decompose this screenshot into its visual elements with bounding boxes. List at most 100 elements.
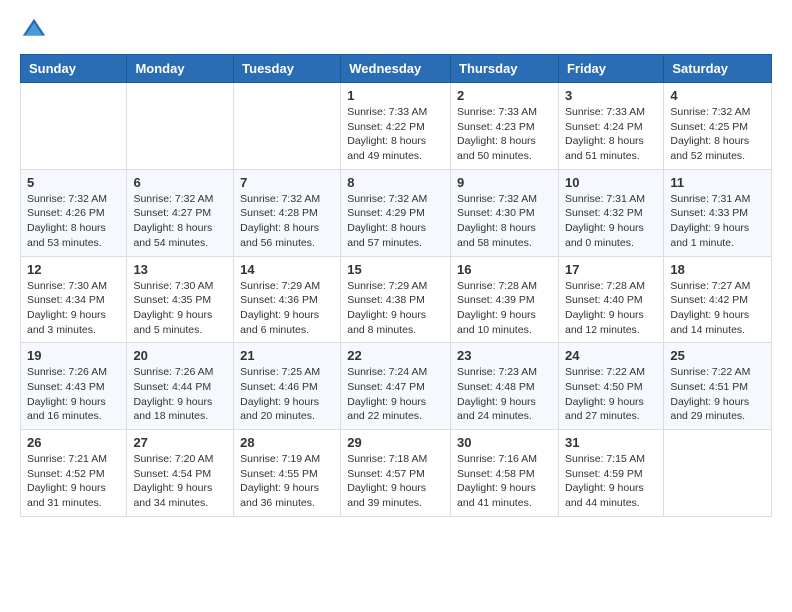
calendar-cell: 18 Sunrise: 7:27 AM Sunset: 4:42 PM Dayli… bbox=[664, 256, 772, 343]
calendar-cell bbox=[127, 83, 234, 170]
day-number: 18 bbox=[670, 262, 765, 277]
day-info: Sunrise: 7:32 AM Sunset: 4:29 PM Dayligh… bbox=[347, 192, 444, 251]
weekday-header-friday: Friday bbox=[558, 55, 663, 83]
day-number: 6 bbox=[133, 175, 227, 190]
calendar-cell bbox=[664, 430, 772, 517]
calendar-cell: 30 Sunrise: 7:16 AM Sunset: 4:58 PM Dayli… bbox=[451, 430, 559, 517]
calendar-cell: 7 Sunrise: 7:32 AM Sunset: 4:28 PM Daylig… bbox=[234, 169, 341, 256]
day-number: 24 bbox=[565, 348, 657, 363]
logo-icon bbox=[20, 16, 48, 44]
week-row-2: 12 Sunrise: 7:30 AM Sunset: 4:34 PM Dayli… bbox=[21, 256, 772, 343]
day-number: 29 bbox=[347, 435, 444, 450]
day-info: Sunrise: 7:19 AM Sunset: 4:55 PM Dayligh… bbox=[240, 452, 334, 511]
calendar-cell: 24 Sunrise: 7:22 AM Sunset: 4:50 PM Dayli… bbox=[558, 343, 663, 430]
day-number: 22 bbox=[347, 348, 444, 363]
calendar-cell: 25 Sunrise: 7:22 AM Sunset: 4:51 PM Dayli… bbox=[664, 343, 772, 430]
weekday-header-tuesday: Tuesday bbox=[234, 55, 341, 83]
header bbox=[20, 16, 772, 44]
day-number: 30 bbox=[457, 435, 552, 450]
day-number: 20 bbox=[133, 348, 227, 363]
day-number: 2 bbox=[457, 88, 552, 103]
day-info: Sunrise: 7:23 AM Sunset: 4:48 PM Dayligh… bbox=[457, 365, 552, 424]
calendar-cell: 13Sunrise: 7:30 AM Sunset: 4:35 PM Dayli… bbox=[127, 256, 234, 343]
day-info: Sunrise: 7:28 AM Sunset: 4:39 PM Dayligh… bbox=[457, 279, 552, 338]
weekday-header-row: SundayMondayTuesdayWednesdayThursdayFrid… bbox=[21, 55, 772, 83]
day-info: Sunrise: 7:22 AM Sunset: 4:51 PM Dayligh… bbox=[670, 365, 765, 424]
day-info: Sunrise: 7:15 AM Sunset: 4:59 PM Dayligh… bbox=[565, 452, 657, 511]
day-number: 9 bbox=[457, 175, 552, 190]
weekday-header-monday: Monday bbox=[127, 55, 234, 83]
day-number: 26 bbox=[27, 435, 120, 450]
day-info: Sunrise: 7:32 AM Sunset: 4:26 PM Dayligh… bbox=[27, 192, 120, 251]
calendar-cell: 14 Sunrise: 7:29 AM Sunset: 4:36 PM Dayli… bbox=[234, 256, 341, 343]
day-number: 16 bbox=[457, 262, 552, 277]
page: SundayMondayTuesdayWednesdayThursdayFrid… bbox=[0, 0, 792, 529]
week-row-3: 19 Sunrise: 7:26 AM Sunset: 4:43 PM Dayli… bbox=[21, 343, 772, 430]
day-info: Sunrise: 7:32 AM Sunset: 4:30 PM Dayligh… bbox=[457, 192, 552, 251]
day-number: 3 bbox=[565, 88, 657, 103]
day-number: 31 bbox=[565, 435, 657, 450]
day-info: Sunrise: 7:27 AM Sunset: 4:42 PM Dayligh… bbox=[670, 279, 765, 338]
weekday-header-sunday: Sunday bbox=[21, 55, 127, 83]
day-info: Sunrise: 7:31 AM Sunset: 4:33 PM Dayligh… bbox=[670, 192, 765, 251]
calendar: SundayMondayTuesdayWednesdayThursdayFrid… bbox=[20, 54, 772, 517]
day-number: 11 bbox=[670, 175, 765, 190]
day-info: Sunrise: 7:16 AM Sunset: 4:58 PM Dayligh… bbox=[457, 452, 552, 511]
day-number: 7 bbox=[240, 175, 334, 190]
day-info: Sunrise: 7:33 AM Sunset: 4:22 PM Dayligh… bbox=[347, 105, 444, 164]
week-row-0: 1Sunrise: 7:33 AM Sunset: 4:22 PM Daylig… bbox=[21, 83, 772, 170]
day-info: Sunrise: 7:32 AM Sunset: 4:28 PM Dayligh… bbox=[240, 192, 334, 251]
weekday-header-saturday: Saturday bbox=[664, 55, 772, 83]
calendar-cell: 19 Sunrise: 7:26 AM Sunset: 4:43 PM Dayli… bbox=[21, 343, 127, 430]
calendar-cell: 10Sunrise: 7:31 AM Sunset: 4:32 PM Dayli… bbox=[558, 169, 663, 256]
calendar-cell: 16 Sunrise: 7:28 AM Sunset: 4:39 PM Dayli… bbox=[451, 256, 559, 343]
day-number: 14 bbox=[240, 262, 334, 277]
day-info: Sunrise: 7:30 AM Sunset: 4:34 PM Dayligh… bbox=[27, 279, 120, 338]
day-info: Sunrise: 7:26 AM Sunset: 4:44 PM Dayligh… bbox=[133, 365, 227, 424]
calendar-cell bbox=[21, 83, 127, 170]
day-number: 4 bbox=[670, 88, 765, 103]
day-number: 27 bbox=[133, 435, 227, 450]
calendar-cell: 4 Sunrise: 7:32 AM Sunset: 4:25 PM Daylig… bbox=[664, 83, 772, 170]
day-number: 23 bbox=[457, 348, 552, 363]
week-row-1: 5 Sunrise: 7:32 AM Sunset: 4:26 PM Daylig… bbox=[21, 169, 772, 256]
day-info: Sunrise: 7:33 AM Sunset: 4:23 PM Dayligh… bbox=[457, 105, 552, 164]
calendar-cell: 28 Sunrise: 7:19 AM Sunset: 4:55 PM Dayli… bbox=[234, 430, 341, 517]
day-number: 25 bbox=[670, 348, 765, 363]
day-info: Sunrise: 7:29 AM Sunset: 4:36 PM Dayligh… bbox=[240, 279, 334, 338]
calendar-cell: 1Sunrise: 7:33 AM Sunset: 4:22 PM Daylig… bbox=[341, 83, 451, 170]
calendar-cell: 20 Sunrise: 7:26 AM Sunset: 4:44 PM Dayli… bbox=[127, 343, 234, 430]
day-number: 17 bbox=[565, 262, 657, 277]
calendar-cell: 17 Sunrise: 7:28 AM Sunset: 4:40 PM Dayli… bbox=[558, 256, 663, 343]
day-number: 19 bbox=[27, 348, 120, 363]
week-row-4: 26Sunrise: 7:21 AM Sunset: 4:52 PM Dayli… bbox=[21, 430, 772, 517]
day-info: Sunrise: 7:26 AM Sunset: 4:43 PM Dayligh… bbox=[27, 365, 120, 424]
calendar-cell: 5 Sunrise: 7:32 AM Sunset: 4:26 PM Daylig… bbox=[21, 169, 127, 256]
calendar-cell bbox=[234, 83, 341, 170]
day-info: Sunrise: 7:25 AM Sunset: 4:46 PM Dayligh… bbox=[240, 365, 334, 424]
day-number: 28 bbox=[240, 435, 334, 450]
day-info: Sunrise: 7:28 AM Sunset: 4:40 PM Dayligh… bbox=[565, 279, 657, 338]
day-info: Sunrise: 7:24 AM Sunset: 4:47 PM Dayligh… bbox=[347, 365, 444, 424]
day-number: 15 bbox=[347, 262, 444, 277]
weekday-header-wednesday: Wednesday bbox=[341, 55, 451, 83]
day-info: Sunrise: 7:32 AM Sunset: 4:25 PM Dayligh… bbox=[670, 105, 765, 164]
logo bbox=[20, 16, 52, 44]
calendar-cell: 2 Sunrise: 7:33 AM Sunset: 4:23 PM Daylig… bbox=[451, 83, 559, 170]
day-info: Sunrise: 7:32 AM Sunset: 4:27 PM Dayligh… bbox=[133, 192, 227, 251]
calendar-cell: 23 Sunrise: 7:23 AM Sunset: 4:48 PM Dayli… bbox=[451, 343, 559, 430]
day-number: 10 bbox=[565, 175, 657, 190]
weekday-header-thursday: Thursday bbox=[451, 55, 559, 83]
calendar-cell: 8Sunrise: 7:32 AM Sunset: 4:29 PM Daylig… bbox=[341, 169, 451, 256]
day-info: Sunrise: 7:22 AM Sunset: 4:50 PM Dayligh… bbox=[565, 365, 657, 424]
calendar-cell: 31 Sunrise: 7:15 AM Sunset: 4:59 PM Dayli… bbox=[558, 430, 663, 517]
calendar-cell: 26Sunrise: 7:21 AM Sunset: 4:52 PM Dayli… bbox=[21, 430, 127, 517]
calendar-cell: 21 Sunrise: 7:25 AM Sunset: 4:46 PM Dayli… bbox=[234, 343, 341, 430]
day-info: Sunrise: 7:18 AM Sunset: 4:57 PM Dayligh… bbox=[347, 452, 444, 511]
day-number: 12 bbox=[27, 262, 120, 277]
calendar-cell: 22 Sunrise: 7:24 AM Sunset: 4:47 PM Dayli… bbox=[341, 343, 451, 430]
day-number: 5 bbox=[27, 175, 120, 190]
day-info: Sunrise: 7:20 AM Sunset: 4:54 PM Dayligh… bbox=[133, 452, 227, 511]
day-number: 21 bbox=[240, 348, 334, 363]
calendar-cell: 12 Sunrise: 7:30 AM Sunset: 4:34 PM Dayli… bbox=[21, 256, 127, 343]
